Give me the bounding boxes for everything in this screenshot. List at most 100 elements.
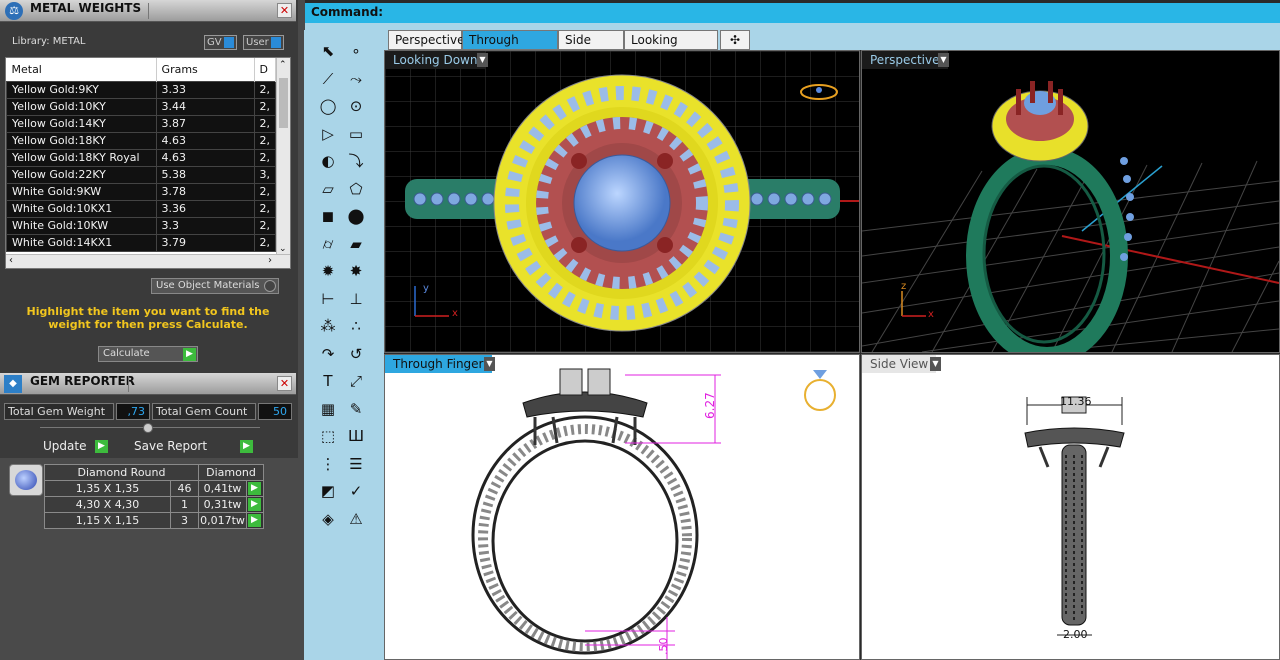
total-gem-count-label: Total Gem Count [152,403,256,420]
tab-looking-down[interactable]: Looking Down [624,30,718,65]
arc-icon[interactable]: ◐ [317,150,339,172]
ruler-icon[interactable]: Ш [345,425,367,447]
cylinder-icon[interactable]: ⌭ [317,233,339,255]
close-icon[interactable]: ✕ [277,3,292,18]
looking-down-render [385,51,859,352]
table-row[interactable]: Yellow Gold:14KY 3.87 2, [6,114,276,133]
gems-icon[interactable]: ⁂ [317,315,339,337]
scroll-left-icon[interactable]: ‹ [9,255,13,266]
command-bar[interactable]: Command: [305,3,1280,23]
arc-curve-icon[interactable]: ⤵ [345,150,367,172]
viewport-perspective[interactable]: Perspective ▼ z x [861,50,1280,353]
align-icon[interactable]: ⊥ [345,288,367,310]
explode-icon[interactable]: ✹ [317,260,339,282]
viewport-through-finger[interactable]: Through Finger ▼ 6.27 .50 [384,354,860,660]
viewport-menu-icon[interactable]: ▼ [930,357,941,371]
curve-points-icon[interactable]: ⤳ [345,68,367,90]
table-cell: 2, [253,182,276,201]
table-row[interactable]: White Gold:14KX1 3.79 2, [6,233,276,252]
table-row[interactable]: Yellow Gold:18KY 4.63 2, [6,131,276,150]
plane-icon[interactable]: ▰ [345,233,367,255]
viewport-label: Looking Down [385,51,486,69]
gv-toggle[interactable]: GV [204,35,237,50]
box-solid-icon[interactable]: ◼ [317,205,339,227]
column-grams[interactable]: Grams [156,58,255,81]
curve-edit-icon[interactable]: ↺ [345,343,367,365]
viewport-menu-icon[interactable]: ▼ [484,357,495,371]
add-tab-icon[interactable]: ✣ [720,30,750,50]
viewport-side-view[interactable]: Side View ▼ 11.36 2.00 [861,354,1280,660]
surface-icon[interactable]: ▱ [317,178,339,200]
gem-row[interactable]: 1,35 X 1,35 46 0,41tw ▶ [44,480,264,497]
edit-points-icon[interactable]: ✎ [345,398,367,420]
dimension-band-thickness: .50 [657,637,670,656]
burst-icon[interactable]: ✸ [345,260,367,282]
diamond-round-thumbnail[interactable] [9,464,43,496]
circle-center-icon[interactable]: ⊙ [345,95,367,117]
rectangle-icon[interactable]: ▭ [345,123,367,145]
gem-row[interactable]: 1,15 X 1,15 3 0,017tw ▶ [44,512,264,529]
polyline-icon[interactable]: ⟋ [317,68,339,90]
viewport-menu-icon[interactable]: ▼ [477,53,488,67]
tab-perspective[interactable]: Perspective [388,30,465,50]
vertical-scrollbar[interactable]: ⌃ ⌄ [276,58,290,256]
viewport-looking-down[interactable]: Looking Down ▼ y x [384,50,860,353]
use-object-materials-toggle[interactable]: Use Object Materials [151,278,279,294]
table-cell: 2, [253,131,276,150]
text-icon[interactable]: T [317,370,339,392]
tab-through-finger[interactable]: Through Finger [462,30,558,65]
gem-cluster-icon[interactable]: ∴ [345,315,367,337]
gem-row[interactable]: 4,30 X 4,30 1 0,31tw ▶ [44,496,264,513]
scroll-thumb[interactable] [279,78,288,128]
header-divider [128,376,129,392]
viewport-label: Through Finger [385,355,492,373]
table-row[interactable]: White Gold:9KW 3.78 2, [6,182,276,201]
scale-icon[interactable]: ⤢ [345,370,367,392]
bend-icon[interactable]: ↷ [317,343,339,365]
check-icon[interactable]: ✓ [345,480,367,502]
save-report-button[interactable]: Save Report ▶ [131,438,255,455]
sweep-icon[interactable]: ⬠ [345,178,367,200]
table-row[interactable]: Yellow Gold:10KY 3.44 2, [6,97,276,116]
light-icon[interactable]: ⚠ [345,508,367,530]
table-row[interactable]: White Gold:10KX1 3.36 2, [6,199,276,218]
calculate-button[interactable]: Calculate ▶ [98,346,198,362]
scroll-down-icon[interactable]: ⌄ [279,244,287,254]
table-row[interactable]: White Gold:10KW 3.3 2, [6,216,276,235]
tab-side-view[interactable]: Side View [558,30,624,65]
table-cell: 2, [253,80,276,99]
select-arrow-icon[interactable]: ⬉ [317,40,339,62]
stack-icon[interactable]: ☰ [345,453,367,475]
render-icon[interactable]: ◈ [317,508,339,530]
table-cell: 3.44 [155,97,255,116]
user-toggle[interactable]: User [243,35,284,50]
circle-icon[interactable]: ◯ [317,95,339,117]
total-gem-count-value: 50 [258,403,292,420]
box-view-icon[interactable]: ⬚ [317,425,339,447]
scroll-up-icon[interactable]: ⌃ [279,60,287,70]
gem-cell: 1,35 X 1,35 [44,480,171,497]
dimension-icon[interactable]: ⊢ [317,288,339,310]
triangle-icon[interactable]: ▷ [317,123,339,145]
update-button[interactable]: Update ▶ [40,438,110,455]
column-d[interactable]: D [254,58,276,81]
table-row[interactable]: Yellow Gold:9KY 3.33 2, [6,80,276,99]
close-icon[interactable]: ✕ [277,376,292,391]
group-icon[interactable]: ▦ [317,398,339,420]
scroll-right-icon[interactable]: › [268,255,272,266]
shear-icon[interactable]: ◩ [317,480,339,502]
slider-handle[interactable] [143,423,153,433]
point-icon[interactable]: ∘ [345,40,367,62]
table-cell: Yellow Gold:18KY Royal [6,148,157,167]
viewport-menu-icon[interactable]: ▼ [938,53,949,67]
gem-row-go-button[interactable]: ▶ [246,512,264,529]
sphere-icon[interactable]: ⬤ [345,205,367,227]
gem-reporter-header: ◆ GEM REPORTER ✕ [0,373,296,395]
table-row[interactable]: Yellow Gold:22KY 5.38 3, [6,165,276,184]
gem-row-go-button[interactable]: ▶ [246,496,264,513]
gem-row-go-button[interactable]: ▶ [246,480,264,497]
array-icon[interactable]: ⋮ [317,453,339,475]
horizontal-scrollbar[interactable]: ‹ › [6,254,290,268]
table-row[interactable]: Yellow Gold:18KY Royal 4.63 2, [6,148,276,167]
column-metal[interactable]: Metal [6,58,157,81]
